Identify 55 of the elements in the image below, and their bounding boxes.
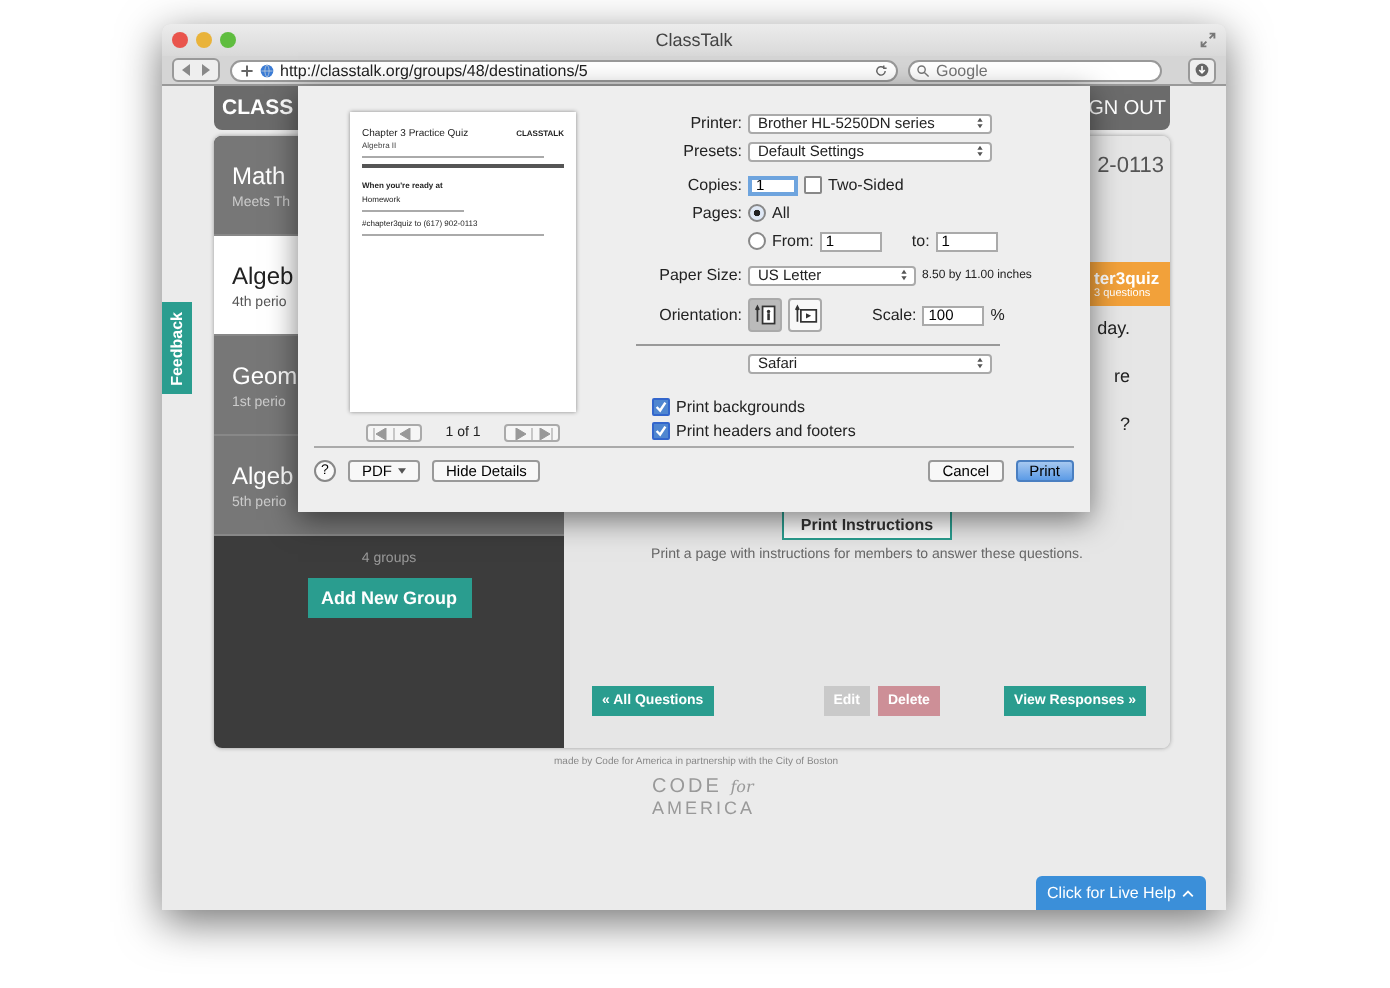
window-title: ClassTalk <box>655 30 733 50</box>
stepper-arrows-icon <box>976 356 984 370</box>
tag-keyword: ter3quiz <box>1094 268 1160 288</box>
radio-label: All <box>772 204 790 222</box>
field-label: to: <box>911 232 930 250</box>
checkbox-label: Two-Sided <box>828 176 904 194</box>
previous-page-buttons[interactable] <box>365 424 422 442</box>
checkbox[interactable] <box>804 176 822 194</box>
download-icon <box>1194 62 1210 78</box>
next-page-buttons[interactable] <box>504 424 561 442</box>
chevron-up-icon <box>1182 889 1194 897</box>
address-bar[interactable]: http://classtalk.org/groups/48/destinations/5 <box>230 59 898 81</box>
phone-number: 2-0113 <box>1097 154 1164 178</box>
fullscreen-icon[interactable] <box>1200 32 1216 48</box>
zoom-icon[interactable] <box>220 32 236 48</box>
checkbox[interactable] <box>652 422 670 440</box>
portrait-orientation-button[interactable] <box>748 298 782 332</box>
close-icon[interactable] <box>172 32 188 48</box>
group-name: Geom <box>232 361 298 389</box>
radio-button[interactable] <box>748 232 766 250</box>
reload-icon[interactable] <box>874 63 888 77</box>
nav-link[interactable]: GN OUT <box>1088 97 1166 119</box>
print-instructions-button[interactable]: Print Instructions <box>782 510 952 540</box>
stepper-arrows-icon <box>976 144 984 158</box>
field-label: Paper Size: <box>657 266 742 284</box>
field-label: Printer: <box>688 114 742 132</box>
radio-label: From: <box>772 232 814 250</box>
field-label: Presets: <box>681 142 742 160</box>
back-forward-buttons[interactable] <box>172 58 220 82</box>
search-icon <box>916 63 930 77</box>
question-text: day. <box>1097 318 1130 338</box>
checkbox[interactable] <box>652 398 670 416</box>
search-field[interactable]: Google <box>908 59 1162 81</box>
group-name: Algeb <box>232 461 294 489</box>
unit-label: % <box>990 306 1005 324</box>
stepper-arrows-icon <box>900 268 908 282</box>
checkbox-label: Print headers and footers <box>676 422 856 440</box>
field-label: Orientation: <box>657 306 742 324</box>
caret-icon <box>398 468 406 474</box>
question-text: re <box>1113 366 1130 386</box>
checkbox-label: Print backgrounds <box>676 398 805 416</box>
radio-button[interactable] <box>748 204 766 222</box>
group-name: Math <box>232 161 286 189</box>
globe-icon <box>260 63 274 77</box>
add-icon[interactable] <box>240 63 254 77</box>
landscape-orientation-button[interactable] <box>788 298 822 332</box>
downloads-button[interactable] <box>1188 57 1216 83</box>
group-name: Algeb <box>232 261 294 289</box>
field-label: Copies: <box>685 176 742 194</box>
preview-text-line <box>362 210 463 212</box>
field-label: Scale: <box>872 306 917 324</box>
stepper-arrows-icon <box>976 116 984 130</box>
field-label: Pages: <box>690 204 742 222</box>
question-text: ? <box>1119 414 1130 434</box>
site-logo[interactable]: CLASS <box>222 96 294 120</box>
